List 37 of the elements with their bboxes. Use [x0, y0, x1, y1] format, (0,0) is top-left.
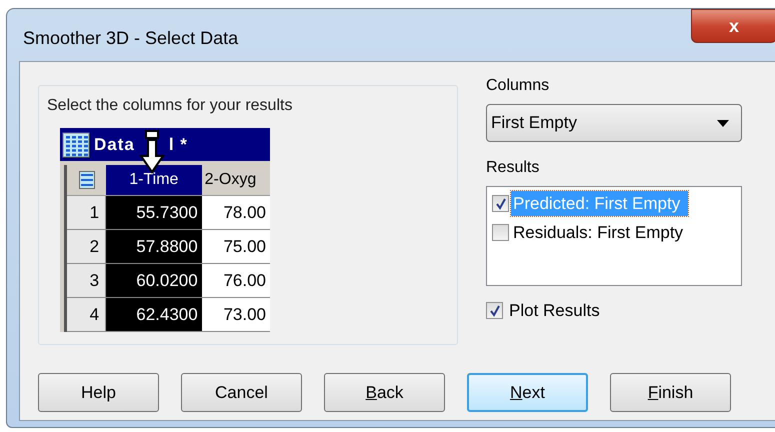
table-cell: 73.00 — [202, 298, 270, 331]
dialog-button[interactable]: Back — [324, 373, 445, 412]
dialog-button[interactable]: Next — [467, 373, 588, 412]
checkbox[interactable] — [486, 302, 503, 320]
row-header: 2 — [67, 230, 106, 263]
row-header: 4 — [67, 298, 106, 331]
table-cell: 60.0200 — [106, 264, 202, 297]
columns-label: Columns — [486, 76, 550, 96]
row-header: 3 — [67, 264, 106, 297]
column-header[interactable]: 1-Time — [106, 165, 202, 195]
worksheet-title: Data — [94, 134, 135, 156]
close-button[interactable]: x — [691, 9, 775, 43]
checkmark-icon — [494, 198, 506, 210]
checkbox[interactable] — [492, 224, 509, 241]
row-header: 1 — [67, 196, 106, 229]
dropdown-caret-icon — [717, 120, 729, 126]
group-label: Select the columns for your results — [47, 96, 294, 116]
drag-cursor-icon — [138, 130, 165, 174]
grid-icon — [62, 132, 90, 158]
table-cell: 62.4300 — [106, 298, 202, 331]
plot-results-label[interactable]: Plot Results — [509, 298, 600, 324]
checkmark-icon — [488, 304, 500, 317]
results-label: Results — [486, 158, 540, 178]
table-cell: 55.7300 — [106, 196, 202, 229]
worksheet-title: l * — [168, 134, 189, 156]
dialog-button[interactable]: Finish — [610, 373, 731, 412]
table-cell: 76.00 — [202, 264, 270, 297]
window-title: Smoother 3D - Select Data — [23, 27, 238, 50]
result-item[interactable]: Residuals: First Empty — [511, 220, 692, 246]
dialog-button[interactable]: Help — [38, 373, 159, 412]
table-cell: 75.00 — [202, 230, 270, 263]
table-cell: 78.00 — [202, 196, 270, 229]
checkbox[interactable] — [492, 195, 509, 212]
table-cell: 57.8800 — [106, 230, 202, 263]
table-icon — [78, 171, 95, 189]
dialog-button[interactable]: Cancel — [181, 373, 302, 412]
columns-dropdown[interactable]: First Empty — [486, 104, 742, 142]
